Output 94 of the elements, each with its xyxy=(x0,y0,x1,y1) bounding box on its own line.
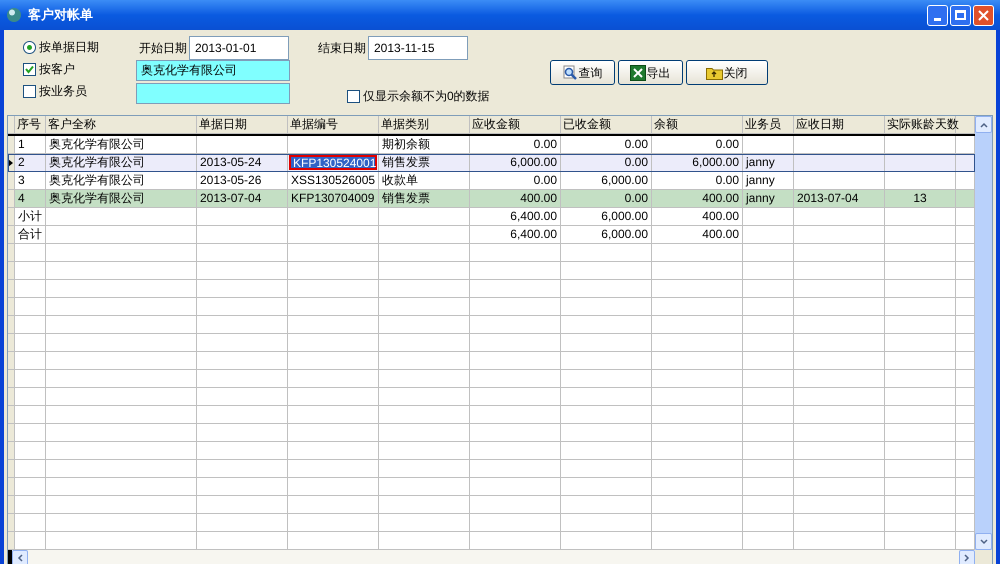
column-header[interactable]: 客户全称 xyxy=(46,116,197,134)
empty-cell xyxy=(885,370,956,388)
table-row[interactable]: 1 奥克化学有限公司 期初余额 0.00 0.00 0.00 xyxy=(8,136,975,154)
scroll-down-button[interactable] xyxy=(975,533,992,550)
column-header[interactable]: 已收金额 xyxy=(561,116,652,134)
checkbox-label: 按业务员 xyxy=(39,83,87,100)
empty-cell xyxy=(743,442,794,460)
checkbox[interactable] xyxy=(23,62,36,76)
toolbar-button[interactable]: 关闭 xyxy=(686,60,768,85)
table-row[interactable]: 小计 6,400.00 6,000.00 400.00 xyxy=(8,208,975,226)
empty-cell xyxy=(885,244,956,262)
maximize-button[interactable] xyxy=(950,4,971,26)
column-header[interactable]: 单据编号 xyxy=(288,116,379,134)
column-header[interactable]: 余额 xyxy=(652,116,743,134)
table-cell: 合计 xyxy=(15,226,46,244)
radio-button[interactable] xyxy=(23,40,36,54)
column-header[interactable]: 应收金额 xyxy=(470,116,561,134)
empty-cell xyxy=(743,424,794,442)
empty-cell xyxy=(743,298,794,316)
table-cell: 400.00 xyxy=(652,226,743,244)
empty-cell xyxy=(743,478,794,496)
close-icon xyxy=(978,10,989,20)
chevron-left-icon xyxy=(17,554,23,562)
folder-icon xyxy=(706,66,723,80)
column-header[interactable]: 序号 xyxy=(15,116,46,134)
empty-cell xyxy=(885,352,956,370)
minimize-icon xyxy=(934,18,941,20)
empty-cell xyxy=(885,406,956,424)
empty-cell xyxy=(743,406,794,424)
table-row[interactable]: 合计 6,400.00 6,000.00 400.00 xyxy=(8,226,975,244)
salesperson-field[interactable] xyxy=(136,83,290,104)
empty-cell xyxy=(885,388,956,406)
column-header[interactable]: 实际账龄天数 xyxy=(885,116,956,134)
row-pointer-icon xyxy=(8,158,13,166)
empty-cell xyxy=(885,496,956,514)
empty-cell xyxy=(743,514,794,532)
checkbox[interactable] xyxy=(347,90,360,102)
column-header[interactable]: 业务员 xyxy=(743,116,794,134)
table-row[interactable]: 3 奥克化学有限公司 2013-05-26 XSS130526005 收款单 0.00 6,000.00 0.00 janny xyxy=(8,172,975,190)
table-row[interactable]: 4 奥克化学有限公司 2013-07-04 KFP130704009 销售发票 400.00 0.00 400.00 janny 2013-07-04 13 xyxy=(8,190,975,208)
field-label: 开始日期 xyxy=(139,40,187,57)
date-field[interactable]: 2013-11-15 xyxy=(368,36,468,60)
table-cell xyxy=(885,226,956,244)
column-header[interactable]: 应收日期 xyxy=(794,116,885,134)
date-field[interactable]: 2013-01-01 xyxy=(189,36,289,60)
column-header[interactable]: 单据类别 xyxy=(379,116,470,134)
empty-cell xyxy=(743,316,794,334)
table-cell xyxy=(743,226,794,244)
vertical-scrollbar[interactable] xyxy=(975,116,992,550)
empty-cell xyxy=(743,334,794,352)
radio-label: 按单据日期 xyxy=(39,39,99,56)
empty-cell xyxy=(743,388,794,406)
customer-field[interactable]: 奥克化学有限公司 xyxy=(136,60,290,81)
empty-cell xyxy=(885,478,956,496)
empty-cell xyxy=(885,460,956,478)
table-cell: 6,400.00 xyxy=(470,226,561,244)
toolbar-button[interactable]: 导出 xyxy=(618,60,683,85)
row-header[interactable] xyxy=(8,154,15,172)
empty-cell xyxy=(743,352,794,370)
table-cell: 6,000.00 xyxy=(561,226,652,244)
empty-cell xyxy=(743,262,794,280)
scroll-right-button[interactable] xyxy=(959,550,975,564)
empty-cell xyxy=(885,442,956,460)
empty-cell xyxy=(743,496,794,514)
window-title: 客户对帐单 xyxy=(28,6,93,24)
magnifier-icon xyxy=(562,64,578,80)
empty-cell xyxy=(743,460,794,478)
field-label: 结束日期 xyxy=(318,40,366,57)
empty-cell xyxy=(885,280,956,298)
checkbox-label: 仅显示余额不为0的数据 xyxy=(363,88,490,105)
empty-cell xyxy=(885,316,956,334)
close-button[interactable] xyxy=(973,4,994,26)
toolbar-button[interactable]: 查询 xyxy=(550,60,615,85)
scroll-left-button[interactable] xyxy=(12,550,28,564)
empty-cell xyxy=(743,370,794,388)
empty-cell xyxy=(885,514,956,532)
empty-cell xyxy=(885,262,956,280)
checkbox[interactable] xyxy=(23,84,36,98)
empty-cell xyxy=(743,280,794,298)
horizontal-scrollbar[interactable] xyxy=(8,550,975,564)
chevron-down-icon xyxy=(980,538,988,544)
chevron-right-icon xyxy=(964,554,970,562)
empty-cell xyxy=(885,298,956,316)
minimize-button[interactable] xyxy=(927,4,948,26)
empty-cell xyxy=(885,424,956,442)
maximize-icon xyxy=(955,10,966,20)
spreadsheet-icon xyxy=(630,64,646,80)
empty-cell xyxy=(743,244,794,262)
globe-icon xyxy=(6,7,22,23)
column-header[interactable]: 单据日期 xyxy=(197,116,288,134)
empty-cell xyxy=(885,334,956,352)
chevron-up-icon xyxy=(980,122,988,128)
scroll-up-button[interactable] xyxy=(975,116,992,133)
checkbox-label: 按客户 xyxy=(39,61,75,78)
